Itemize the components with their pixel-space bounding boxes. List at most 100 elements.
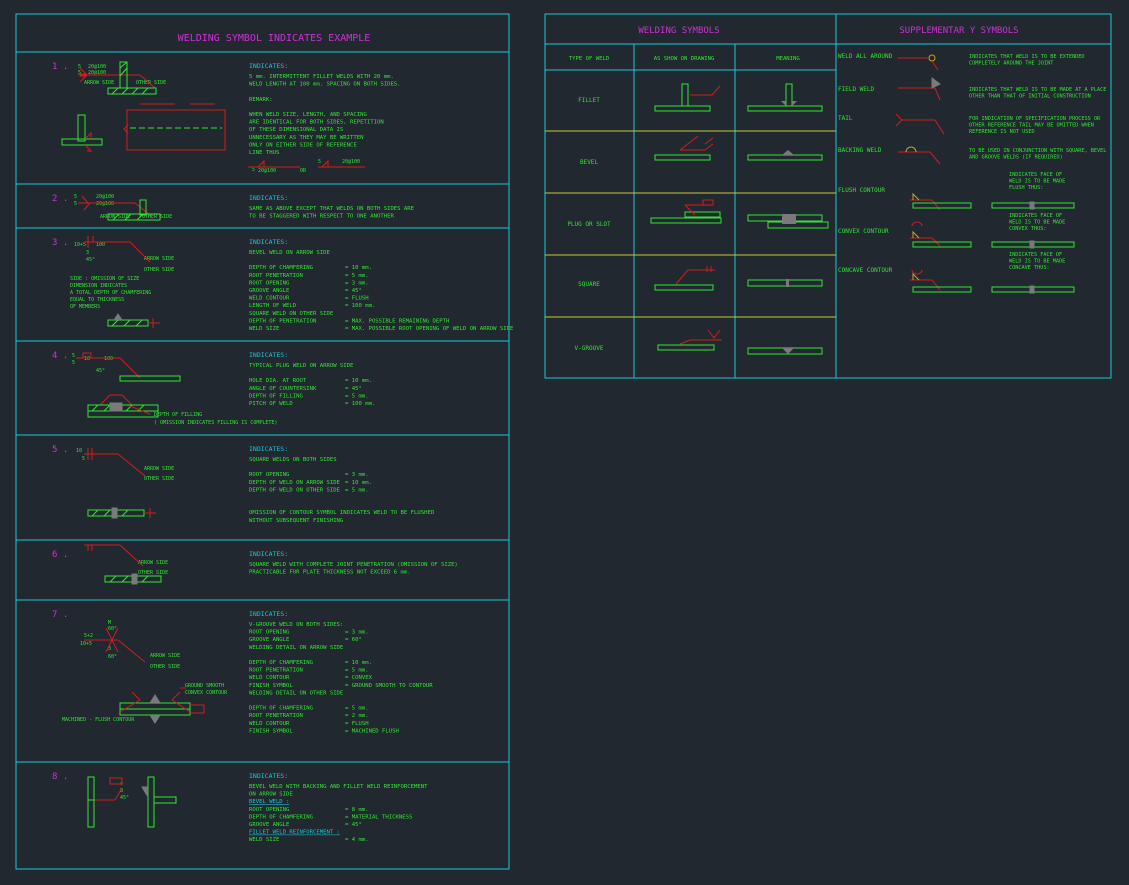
- example-value: = CONVEX: [345, 675, 373, 681]
- example-line: SQUARE WELD WITH COMPLETE JOINT PENETRAT…: [249, 562, 458, 568]
- table-row-label: FILLET: [578, 97, 600, 104]
- sketch-label: OTHER SIDE: [150, 664, 180, 670]
- example-line: SQUARE WELD ON OTHER SIDE: [249, 311, 334, 317]
- sketch-label: 5: [318, 159, 321, 165]
- sketch-label: ARROW SIDE: [144, 466, 174, 472]
- example-heading: INDICATES:: [249, 351, 288, 359]
- example-line: PRACTICABLE FOR PLATE THICKNESS NOT EXCE…: [249, 570, 411, 576]
- example-value: = GROUND SMOOTH TO CONTOUR: [345, 683, 433, 689]
- sketch-label: ARROW SIDE: [84, 80, 114, 86]
- example-number: 4 .: [52, 351, 68, 361]
- example-line: REMARK:: [249, 97, 273, 103]
- supplementary-item-name: FIELD WELD: [838, 86, 875, 93]
- example-line: DEPTH OF WELD ON ARROW SIDE: [249, 480, 341, 486]
- example-line: WELD CONTOUR: [249, 721, 290, 727]
- example-value: = 45°: [345, 822, 362, 828]
- example-value: = 5 mm.: [345, 273, 369, 279]
- example-line: DEPTH OF CHAMFERING: [249, 265, 314, 271]
- sketch-label: 20@100: [342, 159, 360, 165]
- example-line: DEPTH OF FILLING: [249, 393, 304, 399]
- example-value: = FLUSH: [345, 721, 369, 727]
- example-value: = 3 mm.: [345, 630, 369, 636]
- example-number: 5 .: [52, 445, 68, 455]
- sketch-label: 5+2: [84, 633, 93, 639]
- sketch-label: 20@100: [96, 201, 114, 207]
- supplementary-item-name: TAIL: [838, 115, 853, 122]
- example-value: = MAX. POSSIBLE REMAINING DEPTH: [345, 318, 449, 324]
- welding-symbols-drawing: WELDING SYMBOL INDICATES EXAMPLE 1 . INDI…: [15, 13, 1112, 870]
- example-value: = 5 mm.: [345, 393, 369, 399]
- example-line: ONLY ON EITHER SIDE OF REFERENCE: [249, 142, 357, 148]
- example-value: = 4 mm.: [345, 837, 369, 843]
- example-heading: INDICATES:: [249, 445, 288, 453]
- example-number: 6 .: [52, 550, 68, 560]
- sketch-label: 45°: [86, 257, 95, 263]
- example-line: LENGTH OF WELD: [249, 303, 297, 309]
- sketch-label: OTHER SIDE: [144, 476, 174, 482]
- table-row-label: V-GROOVE: [575, 345, 604, 352]
- example-line: WHEN WELD SIZE, LENGTH, AND SPACING: [249, 112, 368, 118]
- example-line: ROOT OPENING: [249, 472, 290, 478]
- sketch-label: 100: [96, 242, 105, 248]
- example-line: WELD SIZE: [249, 837, 280, 843]
- example-line: GROOVE ANGLE: [249, 637, 290, 643]
- example-value: = 5 mm.: [345, 706, 369, 712]
- supplementary-item-desc: INDICATES FACE OF: [1009, 172, 1062, 178]
- sketch-label: SIDE : OMISSION OF SIZE: [70, 276, 139, 282]
- example-line: WELDING DETAIL ON OTHER SIDE: [249, 690, 344, 696]
- sketch-label: 45°: [120, 795, 129, 801]
- sketch-label: 5: [74, 194, 77, 200]
- example-line: HOLE DIA. AT ROOT: [249, 378, 307, 384]
- example-line: V-GROOVE WELD ON BOTH SIDES:: [249, 622, 343, 628]
- example-line: WELDING DETAIL ON ARROW SIDE: [249, 645, 344, 651]
- example-line: FINISH SYMBOL: [249, 683, 293, 689]
- examples-group: 1 . INDICATES: 5 mm. INTERMITTENT FILLET W…: [52, 62, 514, 843]
- sketch-label: 100: [104, 356, 113, 362]
- welding-symbols-title: WELDING SYMBOLS: [638, 26, 719, 36]
- sketch-label: 5: [252, 167, 255, 173]
- example-value: = 10 mm.: [345, 265, 372, 271]
- sketch-label: OR: [300, 168, 307, 174]
- sketch-label: 5: [72, 353, 75, 359]
- example-line: WELD CONTOUR: [249, 675, 290, 681]
- example-number: 1 .: [52, 62, 68, 72]
- example-value: = 10 mm.: [345, 378, 372, 384]
- supplementary-text-group: SUPPLEMENTAR Y SYMBOLS WELD ALL AROUND IND…: [838, 26, 1106, 274]
- example-line: ROOT PENETRATION: [249, 668, 303, 674]
- example-4-sketch: [76, 352, 181, 418]
- supplementary-item-desc: FOR INDICATION OF SPECIFICATION PROCESS …: [969, 116, 1101, 122]
- example-line: OMISSION OF CONTOUR SYMBOL INDICATES WEL…: [249, 510, 435, 516]
- example-heading: INDICATES:: [249, 194, 288, 202]
- example-value: = 10 mm.: [345, 480, 372, 486]
- example-value: = 2 mm.: [345, 713, 369, 719]
- example-value: = 3 mm.: [345, 472, 369, 478]
- sketch-label: 60°: [108, 654, 117, 660]
- supplementary-item-desc: REFERENCE IS NOT USED: [969, 129, 1035, 135]
- example-5-sketch: [84, 448, 156, 519]
- example-line: ROOT PENETRATION: [249, 273, 303, 279]
- example-line: GROOVE ANGLE: [249, 822, 290, 828]
- sketch-label: OTHER SIDE: [142, 214, 172, 220]
- supplementary-item-desc: INDICATES THAT WELD IS TO BE EXTENDED: [969, 54, 1085, 60]
- example-line: ON ARROW SIDE: [249, 792, 293, 798]
- sketch-label: 10: [84, 356, 90, 362]
- table-header: AS SHOW ON DRAWING: [654, 56, 715, 62]
- welding-symbols-table: [544, 13, 1112, 379]
- example-value: = 45°: [345, 288, 362, 294]
- supplementary-item-desc: CONCAVE THUS:: [1009, 265, 1050, 271]
- sketch-label: ARROW SIDE: [150, 653, 180, 659]
- table-row-label: SQUARE: [578, 281, 600, 288]
- example-line: ROOT OPENING: [249, 280, 290, 286]
- example-number: 8 .: [52, 772, 68, 782]
- example-value: = FLUSH: [345, 296, 369, 302]
- sketch-label: EQUAL TO THICKNESS: [70, 297, 124, 303]
- table-header: TYPE OF WELD: [569, 56, 610, 62]
- example-value: = 60°: [345, 637, 362, 643]
- supplementary-item-desc: WELD IS TO BE MADE: [1009, 219, 1065, 225]
- example-line: UNNECESSARY AS THEY MAY BE WRITTEN: [249, 135, 364, 141]
- supplementary-item-desc: INDICATES THAT WELD IS TO BE MADE AT A P…: [969, 87, 1106, 93]
- example-line: 5 mm. INTERMITTENT FILLET WELDS WITH 20 …: [249, 74, 394, 80]
- example-line: ANGLE OF COUNTERSINK: [249, 386, 317, 392]
- example-value: = MATERIAL THICKNESS: [345, 814, 412, 820]
- table-drawings: [650, 83, 829, 355]
